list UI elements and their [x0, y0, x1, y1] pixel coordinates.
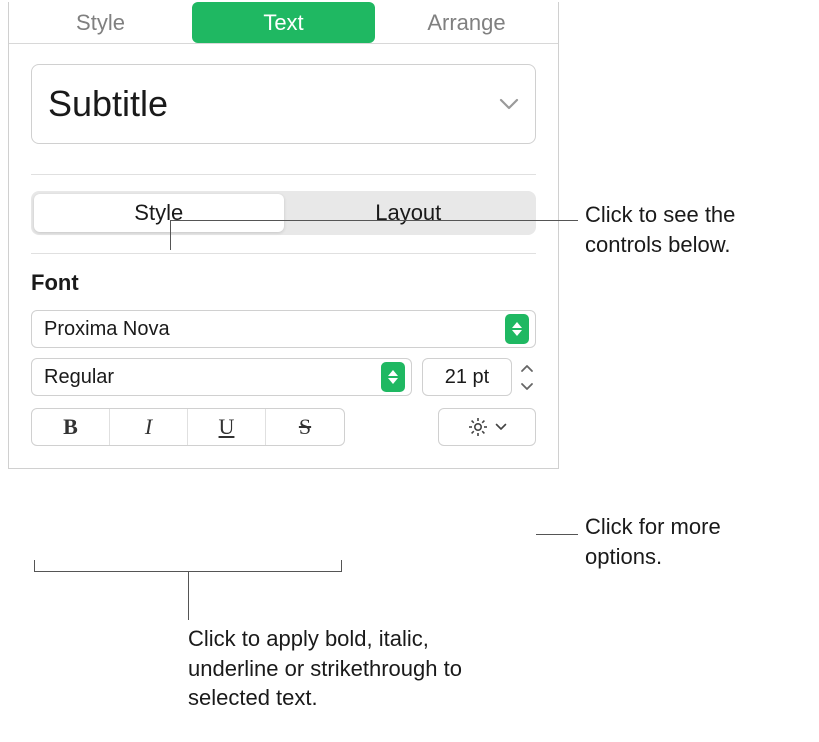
font-section-label: Font — [31, 270, 536, 296]
font-weight-value: Regular — [44, 366, 381, 389]
updown-icon — [505, 314, 529, 344]
strikethrough-button[interactable]: S — [266, 409, 344, 445]
top-tabs: Style Text Arrange — [9, 2, 558, 44]
gear-icon — [467, 416, 489, 438]
font-size-up[interactable] — [518, 361, 536, 375]
font-weight-select[interactable]: Regular — [31, 358, 412, 396]
paragraph-style-select[interactable]: Subtitle — [31, 64, 536, 144]
chevron-down-icon — [495, 423, 507, 431]
subtab-layout[interactable]: Layout — [284, 194, 534, 232]
callout-subtabs: Click to see the controls below. — [585, 200, 805, 259]
font-family-select[interactable]: Proxima Nova — [31, 310, 536, 348]
font-size-value: 21 pt — [445, 366, 489, 389]
font-family-value: Proxima Nova — [44, 318, 505, 341]
panel-body: Subtitle Style Layout Font Proxima Nova … — [9, 44, 558, 468]
bold-button[interactable]: B — [32, 409, 110, 445]
callout-line — [536, 534, 578, 535]
callout-line — [188, 572, 189, 620]
divider — [31, 174, 536, 175]
callout-more-options: Click for more options. — [585, 512, 795, 571]
font-size-stepper — [518, 361, 536, 393]
more-options-button[interactable] — [438, 408, 536, 446]
paragraph-style-label: Subtitle — [48, 83, 168, 125]
text-format-group: B I U S — [31, 408, 345, 446]
chevron-down-icon — [499, 98, 519, 110]
font-size-input[interactable]: 21 pt — [422, 358, 512, 396]
updown-icon — [381, 362, 405, 392]
text-subtabs: Style Layout — [31, 191, 536, 235]
callout-line — [170, 220, 171, 250]
subtab-style[interactable]: Style — [34, 194, 284, 232]
format-row: B I U S — [31, 408, 536, 446]
font-size-down[interactable] — [518, 379, 536, 393]
italic-button[interactable]: I — [110, 409, 188, 445]
callout-format-group: Click to apply bold, italic, underline o… — [188, 624, 508, 713]
font-size-control: 21 pt — [422, 358, 536, 396]
tab-style[interactable]: Style — [9, 2, 192, 43]
underline-button[interactable]: U — [188, 409, 266, 445]
tab-text[interactable]: Text — [192, 2, 375, 43]
callout-line — [170, 220, 578, 221]
format-inspector-panel: Style Text Arrange Subtitle Style Layout… — [8, 2, 559, 469]
tab-arrange[interactable]: Arrange — [375, 2, 558, 43]
callout-bracket — [34, 560, 342, 572]
divider — [31, 253, 536, 254]
